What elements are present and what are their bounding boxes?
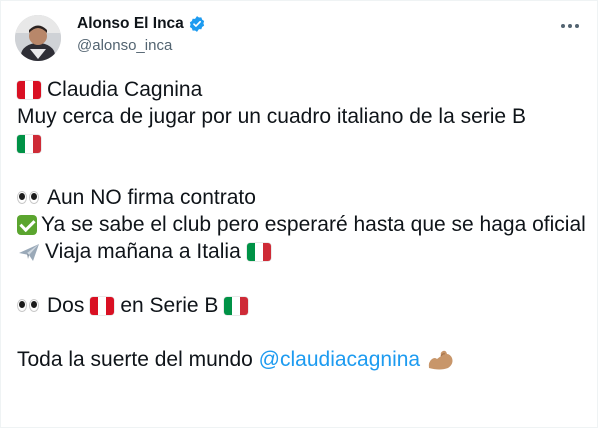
italy-flag-icon (246, 242, 271, 261)
more-options-icon[interactable] (559, 15, 581, 37)
verified-badge-icon (188, 15, 206, 33)
tweet-line: Viaja mañana a Italia (17, 238, 587, 265)
tweet-line: Muy cerca de jugar por un cuadro italian… (17, 103, 587, 130)
peru-flag-icon (17, 80, 41, 99)
tweet-sentence: Aun NO firma contrato (47, 186, 256, 209)
airplane-icon (17, 240, 41, 264)
tweet-sentence: en Serie B (120, 294, 219, 317)
author-handle[interactable]: @alonso_inca (77, 37, 172, 54)
flexed-biceps-icon (426, 348, 456, 372)
tweet-sentence: Muy cerca de jugar por un cuadro italian… (17, 105, 526, 128)
author-name-row[interactable]: Alonso El Inca (77, 15, 206, 33)
avatar[interactable] (15, 15, 61, 61)
peru-flag-icon (90, 296, 115, 315)
tweet-line: Toda la suerte del mundo @claudiacagnina (17, 346, 587, 373)
tweet-sentence: Viaja mañana a Italia (45, 240, 241, 263)
tweet-sentence: Ya se sabe el club pero esperaré hasta q… (41, 213, 586, 236)
eyes-icon (17, 191, 39, 204)
italy-flag-icon (224, 296, 249, 315)
tweet-sentence: Dos (47, 294, 85, 317)
tweet-line: Aun NO firma contrato (17, 184, 587, 211)
tweet-line: Dos en Serie B (17, 292, 587, 319)
tweet-line (17, 130, 587, 157)
check-mark-icon (17, 215, 37, 236)
mention-link[interactable]: @claudiacagnina (259, 346, 420, 373)
tweet-card: Alonso El Inca @alonso_inca Claudia Cagn… (0, 0, 598, 428)
tweet-sentence: Toda la suerte del mundo (17, 348, 253, 371)
tweet-line: Ya se sabe el club pero esperaré hasta q… (17, 211, 587, 238)
display-name[interactable]: Alonso El Inca (77, 15, 184, 33)
player-name: Claudia Cagnina (47, 78, 203, 101)
tweet-text: Claudia Cagnina Muy cerca de jugar por u… (17, 76, 587, 373)
tweet-line: Claudia Cagnina (17, 76, 587, 103)
eyes-icon (17, 299, 39, 312)
italy-flag-icon (17, 134, 41, 153)
